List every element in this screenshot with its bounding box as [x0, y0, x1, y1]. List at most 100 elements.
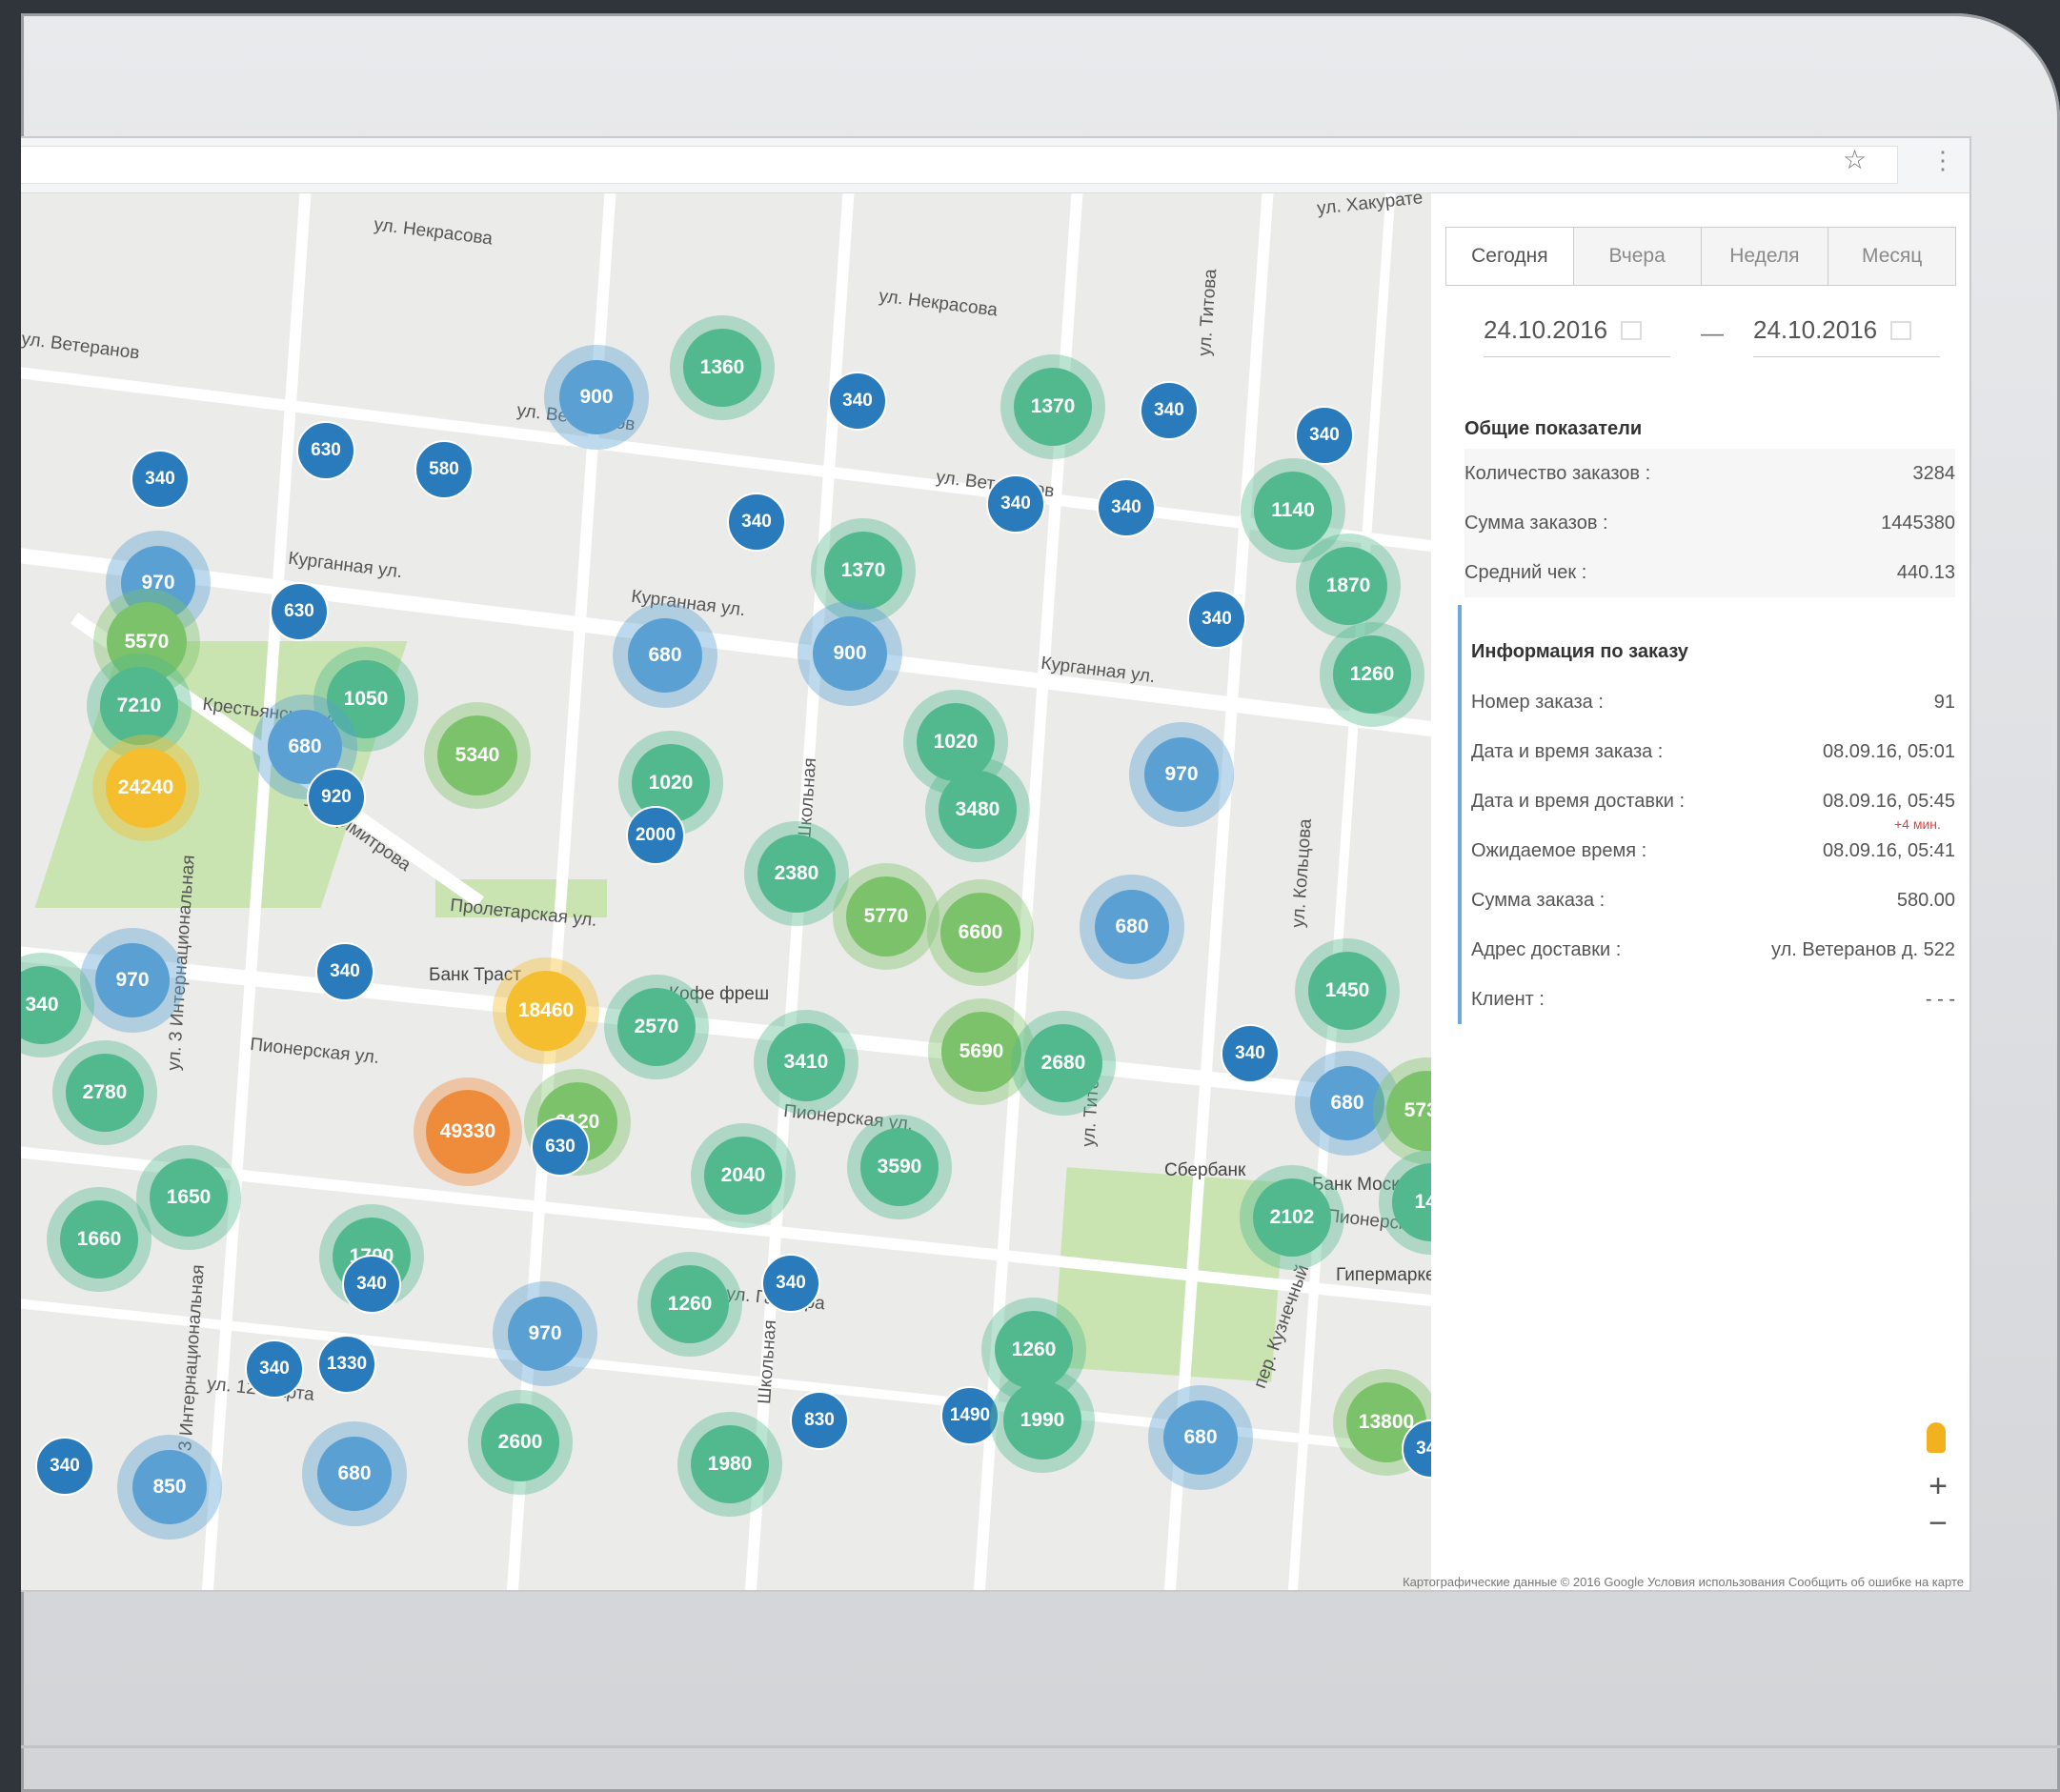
order-cluster-marker[interactable]: 680: [1148, 1385, 1253, 1490]
calendar-icon[interactable]: [1890, 321, 1912, 340]
order-cluster-marker[interactable]: 1650: [136, 1145, 241, 1250]
row-value: ул. Ветеранов д. 522: [1771, 938, 1955, 960]
order-cluster-marker[interactable]: 3590: [847, 1115, 952, 1219]
cluster-count: 680: [1095, 890, 1169, 964]
order-cluster-marker[interactable]: 2600: [468, 1390, 573, 1495]
order-cluster-marker[interactable]: 2680: [1011, 1011, 1116, 1116]
order-cluster-marker[interactable]: 830: [790, 1391, 849, 1450]
order-cluster-marker[interactable]: 340: [131, 450, 190, 509]
order-cluster-marker[interactable]: 970: [80, 928, 185, 1033]
pegman-icon[interactable]: [1927, 1422, 1946, 1453]
row-value: 08.09.16, 05:45: [1822, 790, 1955, 812]
map-attribution[interactable]: Картографические данные © 2016 Google Ус…: [1403, 1575, 1964, 1589]
order-cluster-marker[interactable]: 3480: [925, 757, 1030, 862]
order-cluster-marker[interactable]: 970: [1129, 722, 1234, 827]
browser-toolbar: ☆ ⋮: [21, 138, 1969, 193]
order-cluster-marker[interactable]: 340: [986, 474, 1045, 534]
order-cluster-marker[interactable]: 340: [1187, 590, 1246, 649]
tab-month[interactable]: Месяц: [1828, 228, 1955, 285]
street-label: ул. Некрасова: [878, 286, 1000, 321]
order-cluster-marker[interactable]: 340: [342, 1255, 401, 1314]
order-cluster-marker[interactable]: 680: [302, 1421, 407, 1526]
order-cluster-marker[interactable]: 2000: [626, 806, 685, 865]
cluster-count: 2680: [1024, 1024, 1102, 1102]
order-cluster-marker[interactable]: 6600: [927, 879, 1034, 986]
star-icon[interactable]: ☆: [1843, 144, 1867, 175]
order-cluster-marker[interactable]: 580: [414, 440, 474, 499]
order-cluster-marker[interactable]: 340: [828, 372, 887, 431]
summary-row: Средний чек : 440.13: [1464, 548, 1955, 597]
order-cluster-marker[interactable]: 49330: [414, 1077, 522, 1186]
order-cluster-marker[interactable]: 680: [1080, 875, 1184, 979]
order-cluster-marker[interactable]: 5770: [833, 863, 939, 970]
order-cluster-marker[interactable]: 24240: [92, 735, 199, 841]
order-cluster-marker[interactable]: 340: [761, 1254, 820, 1313]
order-cluster-marker[interactable]: 680: [613, 603, 717, 708]
cluster-count: 680: [317, 1437, 392, 1511]
order-cluster-marker[interactable]: 1980: [677, 1412, 782, 1517]
order-cluster-marker[interactable]: 340: [1097, 478, 1156, 537]
order-cluster-marker[interactable]: 340: [315, 942, 374, 1001]
orders-map[interactable]: ул. Некрасова ул. Некрасова ул. Ветерано…: [21, 193, 1431, 1590]
date-to-value: 24.10.2016: [1753, 315, 1878, 344]
order-cluster-marker[interactable]: 630: [531, 1117, 590, 1177]
street-label: Пионерская ул.: [249, 1034, 381, 1069]
cluster-count: 340: [761, 1254, 820, 1313]
row-label: Сумма заказов :: [1464, 512, 1608, 534]
order-cluster-marker[interactable]: 340: [245, 1339, 304, 1399]
tab-today[interactable]: Сегодня: [1446, 228, 1574, 285]
order-cluster-marker[interactable]: 145: [1379, 1150, 1431, 1255]
tab-week[interactable]: Неделя: [1701, 228, 1829, 285]
order-cluster-marker[interactable]: 1660: [47, 1187, 151, 1292]
row-label: Адрес доставки :: [1471, 938, 1622, 960]
order-cluster-marker[interactable]: 2102: [1240, 1165, 1344, 1270]
order-cluster-marker[interactable]: 630: [270, 582, 329, 641]
order-cluster-marker[interactable]: 340: [1221, 1024, 1280, 1083]
zoom-in-button[interactable]: +: [1919, 1468, 1957, 1505]
order-cluster-marker[interactable]: 340: [727, 493, 786, 552]
cluster-count: 2780: [66, 1054, 144, 1132]
order-cluster-marker[interactable]: 18460: [493, 957, 599, 1064]
order-cluster-marker[interactable]: 340: [1140, 381, 1199, 440]
order-cluster-marker[interactable]: 1870: [1296, 534, 1401, 638]
tab-yesterday[interactable]: Вчера: [1573, 228, 1702, 285]
cluster-count: 49330: [426, 1090, 510, 1174]
order-cluster-marker[interactable]: 340: [35, 1437, 94, 1496]
date-to-field[interactable]: 24.10.2016: [1753, 315, 1940, 357]
road: [21, 936, 1431, 1121]
order-cluster-marker[interactable]: 2570: [604, 975, 709, 1079]
order-cluster-marker[interactable]: 340: [1295, 406, 1354, 465]
order-cluster-marker[interactable]: 5340: [424, 702, 531, 809]
cluster-count: 340: [1140, 381, 1199, 440]
order-cluster-marker[interactable]: 1360: [670, 315, 775, 420]
order-cluster-marker[interactable]: 970: [493, 1281, 597, 1386]
order-cluster-marker[interactable]: 630: [296, 421, 355, 480]
kebab-menu-icon[interactable]: ⋮: [1930, 148, 1955, 172]
cluster-count: 18460: [506, 971, 586, 1051]
cluster-count: 2102: [1253, 1178, 1331, 1257]
order-cluster-marker[interactable]: 2040: [691, 1123, 796, 1228]
order-cluster-marker[interactable]: 1450: [1295, 938, 1400, 1043]
order-cluster-marker[interactable]: 1260: [637, 1252, 742, 1357]
order-cluster-marker[interactable]: 900: [798, 601, 902, 706]
order-cluster-marker[interactable]: 1330: [317, 1335, 376, 1394]
order-cluster-marker[interactable]: 850: [117, 1435, 222, 1540]
order-cluster-marker[interactable]: 3410: [754, 1010, 858, 1115]
street-label: ул. Кольцова: [1288, 817, 1316, 929]
cluster-count: 680: [628, 618, 702, 693]
date-separator: —: [1701, 321, 1724, 347]
order-cluster-marker[interactable]: 900: [544, 345, 649, 450]
zoom-out-button[interactable]: −: [1919, 1505, 1957, 1542]
cluster-count: 340: [1221, 1024, 1280, 1083]
order-cluster-marker[interactable]: 1370: [1000, 354, 1105, 459]
address-bar[interactable]: [21, 146, 1898, 184]
order-cluster-marker[interactable]: 920: [307, 768, 366, 827]
calendar-icon[interactable]: [1621, 321, 1643, 340]
date-from-field[interactable]: 24.10.2016: [1484, 315, 1670, 357]
order-cluster-marker[interactable]: 2780: [52, 1040, 157, 1145]
order-cluster-marker[interactable]: 1990: [990, 1368, 1095, 1473]
cluster-count: 6600: [940, 893, 1020, 973]
period-tabs: Сегодня Вчера Неделя Месяц: [1445, 227, 1956, 286]
order-cluster-marker[interactable]: 1260: [1320, 622, 1424, 727]
cluster-count: 3480: [939, 771, 1017, 849]
